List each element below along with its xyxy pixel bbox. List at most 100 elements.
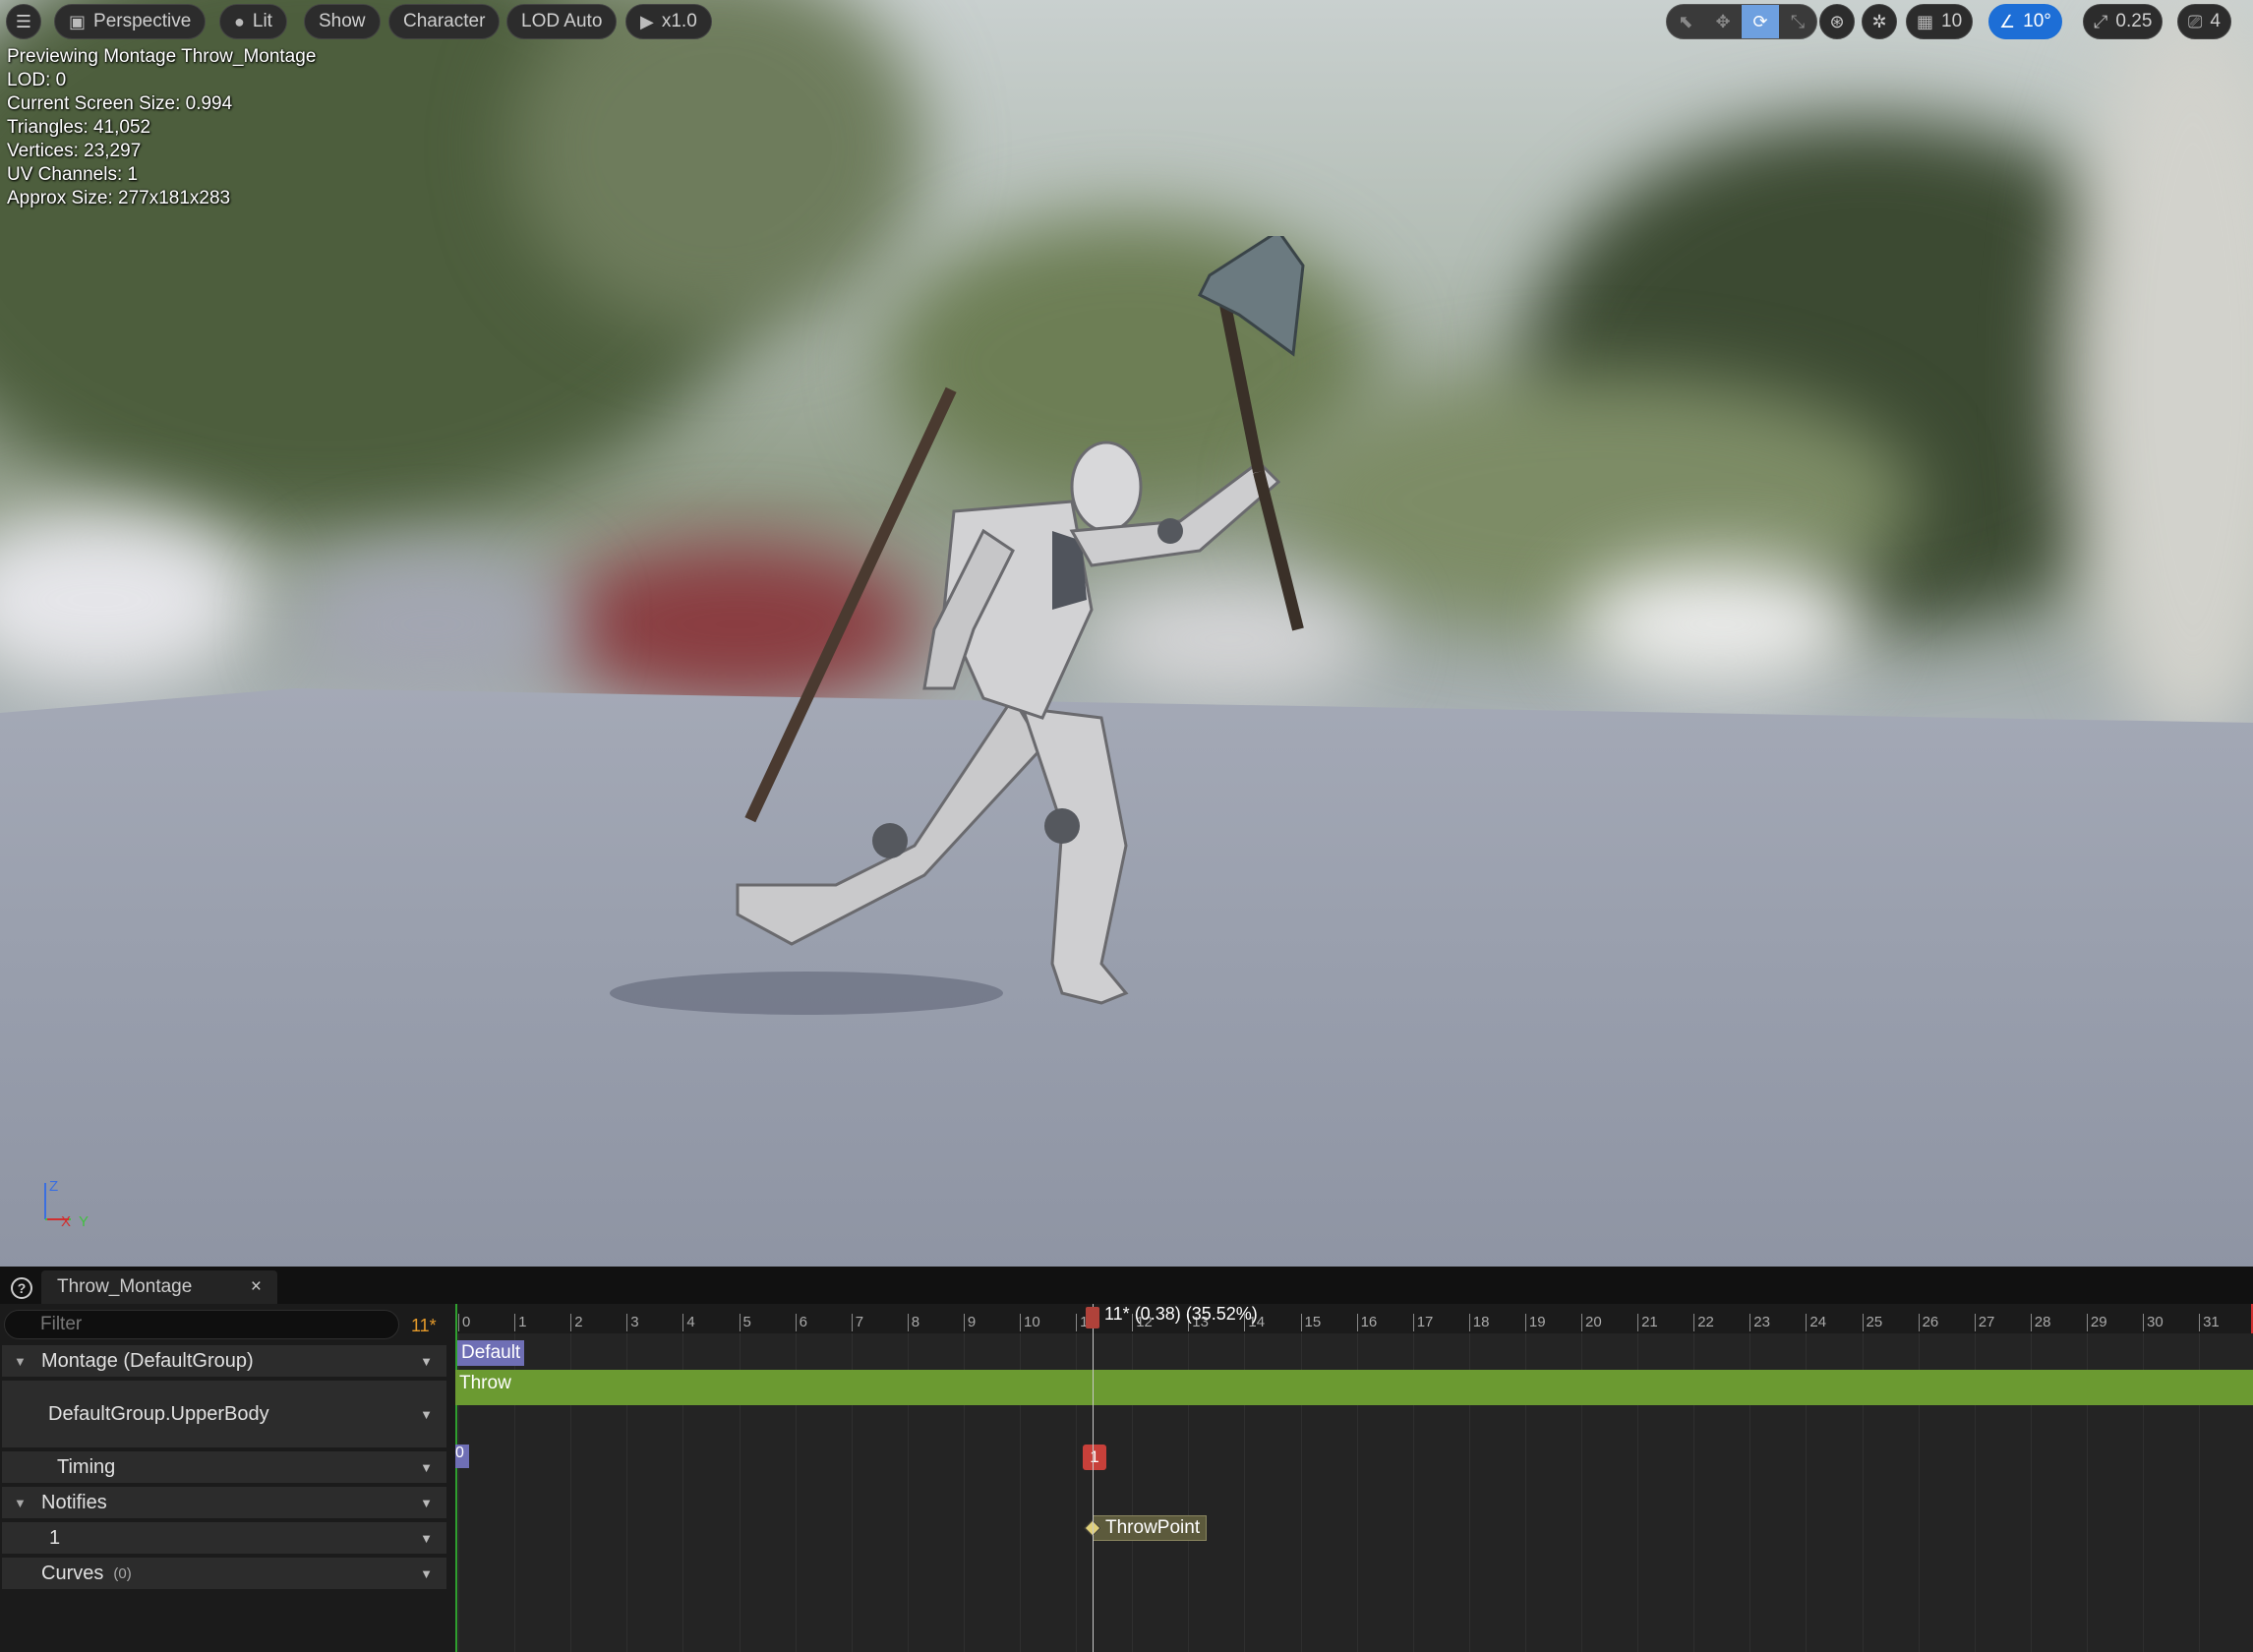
ruler-tick: 9: [963, 1314, 976, 1331]
timeline-tracks[interactable]: 0123456789101112131415161718192021222324…: [455, 1304, 2253, 1652]
tree-row-timing[interactable]: Timing ▼: [2, 1451, 446, 1483]
ruler-tick: 26: [1918, 1314, 1938, 1331]
timing-start-marker: 0: [455, 1445, 469, 1468]
ruler-tick: 3: [626, 1314, 639, 1331]
dropdown-arrow-icon[interactable]: ▼: [420, 1407, 433, 1422]
play-icon: ▶: [640, 11, 654, 31]
ruler-tick: 22: [1693, 1314, 1714, 1331]
collapse-arrow-icon[interactable]: ▼: [14, 1354, 27, 1369]
hamburger-icon: ☰: [15, 11, 32, 31]
stat-line: Previewing Montage Throw_Montage: [7, 46, 317, 67]
scale-snap-button[interactable]: ⤢ 0.25: [2083, 4, 2164, 39]
segment-throw[interactable]: Throw: [455, 1370, 2253, 1405]
rotate-mode-icon[interactable]: ⟳: [1742, 5, 1779, 38]
grid-snap-button[interactable]: ▦ 10: [1906, 4, 1974, 39]
playhead-label: 11* (0.38) (35.52%): [1104, 1304, 1258, 1324]
filter-input[interactable]: Filter: [4, 1310, 399, 1339]
ruler-tick: 17: [1412, 1314, 1433, 1331]
camera-icon: ⎚: [2188, 11, 2203, 31]
montage-editor-panel: ? Throw_Montage × ⌕ Filter 11* ▼ Montage…: [0, 1267, 2253, 1652]
ruler-tick: 28: [2030, 1314, 2050, 1331]
dropdown-arrow-icon[interactable]: ▼: [420, 1566, 433, 1581]
lod-button[interactable]: LOD Auto: [506, 4, 618, 39]
viewport-stats: Previewing Montage Throw_Montage LOD: 0 …: [7, 45, 316, 210]
ruler-tick: 6: [795, 1314, 807, 1331]
tree-row-slot[interactable]: DefaultGroup.UpperBody ▼: [2, 1381, 446, 1447]
ruler-tick: 30: [2143, 1314, 2164, 1331]
ruler-tick: 16: [1356, 1314, 1377, 1331]
perspective-button[interactable]: ▣ Perspective: [54, 4, 207, 39]
local-space-button[interactable]: ⊛: [1819, 4, 1855, 39]
ruler-tick: 5: [739, 1314, 751, 1331]
ruler-tick: 25: [1862, 1314, 1882, 1331]
lit-button[interactable]: ● Lit: [219, 4, 287, 39]
play-speed-button[interactable]: ▶ x1.0: [625, 4, 712, 39]
stat-line: UV Channels: 1: [7, 164, 139, 185]
timing-marker[interactable]: 1: [1083, 1445, 1106, 1470]
angle-icon: ∠: [1999, 11, 2016, 31]
current-frame-badge: 11*: [411, 1316, 437, 1335]
ruler-tick: 31: [2199, 1314, 2220, 1331]
dropdown-arrow-icon[interactable]: ▼: [420, 1496, 433, 1510]
dropdown-arrow-icon[interactable]: ▼: [420, 1531, 433, 1546]
viewport-menu-button[interactable]: ☰: [6, 4, 41, 39]
ruler-tick: 19: [1524, 1314, 1546, 1331]
axis-z-label: Z: [49, 1178, 58, 1195]
tree-row-montage[interactable]: ▼ Montage (DefaultGroup) ▼: [2, 1345, 446, 1377]
ruler-tick: 24: [1806, 1314, 1826, 1331]
ruler-tick: 15: [1300, 1314, 1321, 1331]
playhead-handle[interactable]: [1086, 1307, 1099, 1328]
axis-gizmo: Z X Y: [44, 1178, 89, 1230]
transform-mode-group[interactable]: ⬉ ✥ ⟳ ⤡: [1666, 4, 1817, 39]
camera-speed-button[interactable]: ⎚ 4: [2177, 4, 2231, 39]
tree-row-notify-track[interactable]: 1 ▼: [2, 1522, 446, 1554]
ruler-tick: 21: [1637, 1314, 1658, 1331]
translate-mode-icon[interactable]: ✥: [1704, 5, 1742, 38]
ruler-tick: 20: [1581, 1314, 1602, 1331]
cube-icon: ▣: [69, 11, 87, 31]
stat-line: Approx Size: 277x181x283: [7, 188, 231, 208]
ruler-tick: 2: [570, 1314, 583, 1331]
surface-snap-icon: ✲: [1871, 11, 1887, 31]
tree-row-curves[interactable]: Curves (0) ▼: [2, 1558, 446, 1589]
stat-line: LOD: 0: [7, 70, 67, 90]
scale-icon: ⤢: [2094, 11, 2108, 31]
rotation-snap-button[interactable]: ∠ 10°: [1988, 4, 2062, 39]
close-icon[interactable]: ×: [251, 1276, 262, 1298]
scale-mode-icon[interactable]: ⤡: [1779, 5, 1816, 38]
notify-throwpoint[interactable]: ThrowPoint: [1084, 1515, 1208, 1541]
section-default[interactable]: Default: [457, 1340, 525, 1366]
stat-line: Current Screen Size: 0.994: [7, 93, 233, 114]
ruler-tick: 10: [1020, 1314, 1040, 1331]
track-tree: ⌕ Filter 11* ▼ Montage (DefaultGroup) ▼ …: [0, 1304, 452, 1652]
ruler-tick: 0: [458, 1314, 470, 1331]
ruler-tick: 1: [514, 1314, 526, 1331]
surface-snap-button[interactable]: ✲: [1862, 4, 1897, 39]
select-mode-icon[interactable]: ⬉: [1667, 5, 1704, 38]
dropdown-arrow-icon[interactable]: ▼: [420, 1354, 433, 1369]
character-button[interactable]: Character: [388, 4, 501, 39]
character-shadow: [610, 972, 1003, 1015]
sphere-icon: ●: [234, 11, 245, 31]
ruler-tick: 27: [1974, 1314, 1994, 1331]
ruler-tick: 23: [1749, 1314, 1770, 1331]
playhead-line: [1093, 1304, 1094, 1652]
collapse-arrow-icon[interactable]: ▼: [14, 1496, 27, 1510]
ruler-tick: 7: [851, 1314, 863, 1331]
tree-row-notifies[interactable]: ▼ Notifies ▼: [2, 1487, 446, 1518]
character-mannequin[interactable]: [590, 236, 1377, 1062]
dropdown-arrow-icon[interactable]: ▼: [420, 1460, 433, 1475]
panel-tab-bar: ? Throw_Montage ×: [0, 1267, 2253, 1304]
stat-line: Vertices: 23,297: [7, 141, 142, 161]
preview-viewport[interactable]: ☰ ▣ Perspective ● Lit Show Character LOD…: [0, 0, 2253, 1267]
axis-y-label: Y: [79, 1213, 89, 1230]
globe-icon: ⊛: [1829, 11, 1845, 31]
ruler-tick: 8: [907, 1314, 919, 1331]
show-button[interactable]: Show: [304, 4, 381, 39]
ruler-tick: 29: [2086, 1314, 2107, 1331]
time-ruler[interactable]: 0123456789101112131415161718192021222324…: [455, 1304, 2253, 1333]
tab-throw-montage[interactable]: Throw_Montage ×: [41, 1270, 277, 1304]
help-icon[interactable]: ?: [11, 1277, 32, 1299]
stat-line: Triangles: 41,052: [7, 117, 151, 138]
grid-icon: ▦: [1917, 11, 1934, 31]
